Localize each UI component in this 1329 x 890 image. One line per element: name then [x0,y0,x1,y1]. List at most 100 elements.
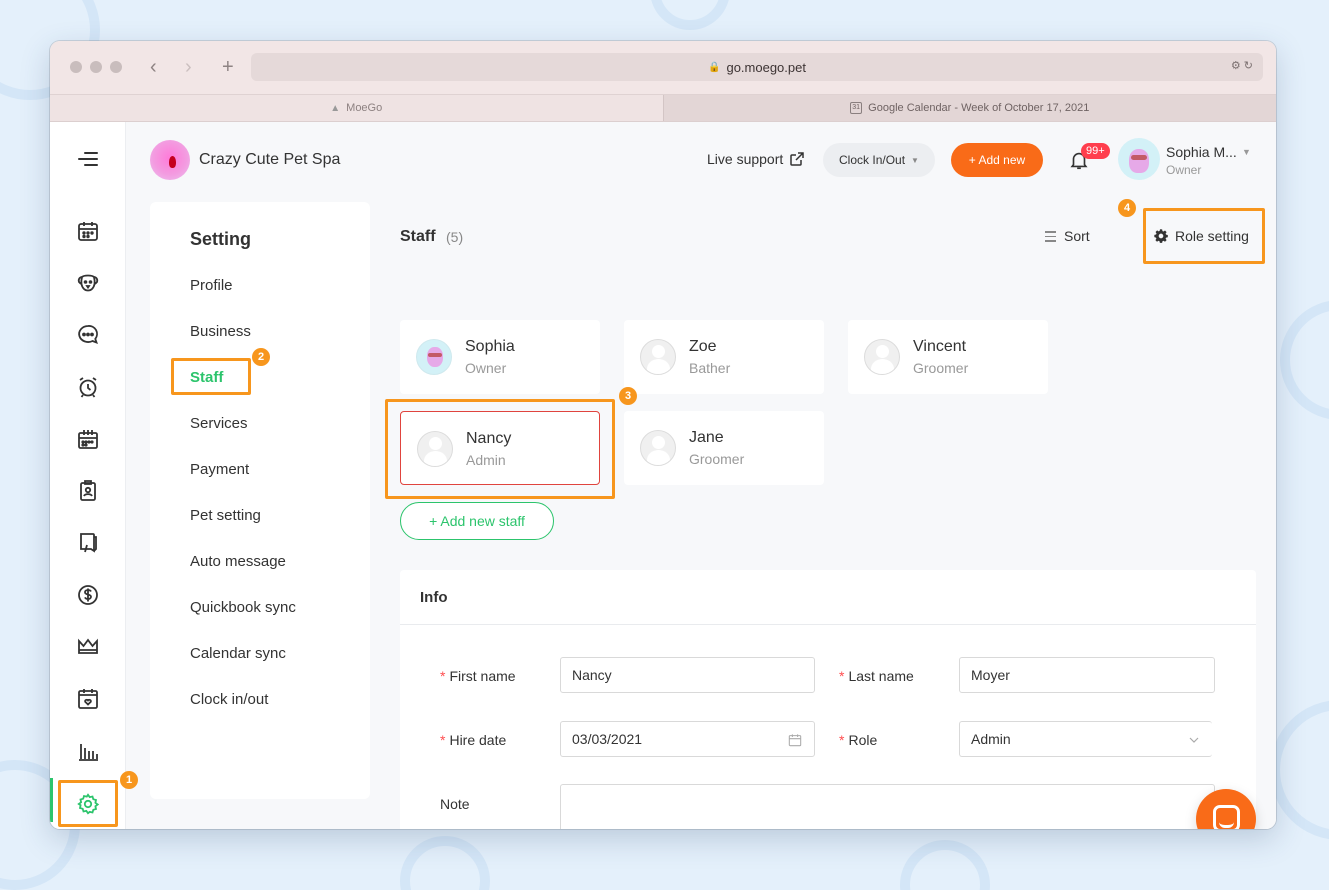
role-select[interactable]: Admin [959,721,1212,757]
alarm-clock-icon[interactable] [76,375,100,399]
tab-strip: ▲ MoeGo 31 Google Calendar - Week of Oct… [50,94,1276,122]
menu-item-profile[interactable]: Profile [190,277,233,294]
badge-icon[interactable] [76,479,100,503]
staff-role: Groomer [689,451,745,467]
gear-icon [1154,229,1168,243]
staff-name: Vincent [913,338,967,355]
minimize-window-button[interactable] [90,61,102,73]
book-icon[interactable] [76,531,100,555]
tab-label: MoeGo [346,102,383,114]
zoom-window-button[interactable] [110,61,122,73]
sort-icon [1045,228,1056,245]
external-link-icon [790,152,805,166]
tab-google-calendar[interactable]: 31 Google Calendar - Week of October 17,… [662,95,1276,121]
calendar-favicon-icon: 31 [850,102,863,114]
menu-item-business[interactable]: Business [190,323,251,340]
close-window-button[interactable] [70,61,82,73]
menu-item-calendar-sync[interactable]: Calendar sync [190,645,286,662]
staff-role: Bather [689,360,731,376]
clock-in-out-button[interactable]: Clock In/Out ▼ [823,143,935,177]
chevron-down-icon [1188,722,1200,756]
last-name-label: * Last name [839,668,914,684]
first-name-input[interactable]: Nancy [560,657,815,693]
user-avatar[interactable] [1118,138,1160,180]
menu-item-clock-in-out[interactable]: Clock in/out [190,691,268,708]
add-new-staff-button[interactable]: + Add new staff [400,502,554,540]
avatar [416,339,452,375]
browser-window: ‹ › + 🔒 go.moego.pet ⚙ ↻ ▲ MoeGo 31 Goog… [50,41,1276,829]
tab-label: Google Calendar - Week of October 17, 20… [868,102,1090,114]
live-support-label: Live support [707,151,784,167]
new-tab-icon[interactable]: + [222,55,234,79]
business-name: Crazy Cute Pet Spa [199,151,341,168]
annotation-badge-2: 2 [252,348,270,366]
role-label: * Role [839,732,878,748]
business-avatar [150,140,190,180]
avatar [864,339,900,375]
last-name-input[interactable]: Moyer [959,657,1215,693]
staff-card-zoe[interactable]: Zoe Bather [624,320,824,394]
chat-icon[interactable] [76,323,100,347]
setting-menu: Setting Profile Business Staff Services … [150,202,370,799]
url-text: go.moego.pet [726,59,806,75]
avatar [640,430,676,466]
back-icon[interactable]: ‹ [150,55,157,79]
sort-label: Sort [1064,228,1090,245]
staff-name: Jane [689,429,724,446]
tab-moego[interactable]: ▲ MoeGo [50,95,663,121]
menu-item-quickbook-sync[interactable]: Quickbook sync [190,599,296,616]
menu-icon[interactable] [78,152,98,166]
menu-item-staff[interactable]: Staff [190,369,223,386]
url-bar[interactable]: 🔒 go.moego.pet ⚙ ↻ [251,53,1263,81]
gear-icon[interactable] [76,792,100,816]
app-area: 1 Crazy Cute Pet Spa Live support Clock … [50,122,1276,829]
staff-role: Admin [466,452,506,468]
calendar-icon[interactable] [76,219,100,243]
staff-card-jane[interactable]: Jane Groomer [624,411,824,485]
active-nav-indicator [50,778,53,822]
note-label: Note [440,796,470,812]
translate-reload-icon[interactable]: ⚙ ↻ [1231,59,1253,72]
menu-item-payment[interactable]: Payment [190,461,249,478]
user-name[interactable]: Sophia M... [1166,144,1237,160]
staff-role: Owner [465,360,507,376]
note-textarea[interactable] [560,784,1215,829]
role-setting-label: Role setting [1175,228,1249,244]
left-navigation: 1 [50,122,138,829]
menu-item-services[interactable]: Services [190,415,248,432]
hire-date-input[interactable]: 03/03/2021 [560,721,815,757]
role-setting-button[interactable]: Role setting [1153,228,1249,244]
schedule-icon[interactable] [76,427,100,451]
browser-toolbar: ‹ › + 🔒 go.moego.pet ⚙ ↻ [50,41,1276,94]
live-support-link[interactable]: Live support [707,151,805,167]
bar-chart-icon[interactable] [76,739,100,763]
info-panel: Info * First name Nancy * Last name Moyer … [400,570,1256,829]
info-title: Info [420,589,448,606]
staff-title: Staff [400,228,436,245]
hire-date-value: 03/03/2021 [572,731,643,747]
staff-card-sophia[interactable]: Sophia Owner [400,320,600,394]
card-icon[interactable] [76,687,100,711]
avatar [640,339,676,375]
first-name-label: * First name [440,668,516,684]
annotation-badge-4: 4 [1118,199,1136,217]
dog-icon[interactable] [76,271,100,295]
staff-card-nancy[interactable]: Nancy Admin [400,411,600,485]
dollar-icon[interactable] [76,583,100,607]
caret-down-icon[interactable]: ▼ [1242,147,1251,157]
hire-date-label: * Hire date [440,732,507,748]
moego-favicon-icon: ▲ [330,102,341,114]
notification-badge: 99+ [1081,143,1110,159]
crown-icon[interactable] [76,635,100,659]
menu-item-pet-setting[interactable]: Pet setting [190,507,261,524]
annotation-badge-1: 1 [120,771,138,789]
staff-card-vincent[interactable]: Vincent Groomer [848,320,1048,394]
menu-item-auto-message[interactable]: Auto message [190,553,286,570]
avatar [417,431,453,467]
sort-button[interactable]: Sort [1045,228,1090,245]
divider [400,624,1256,625]
staff-role: Groomer [913,360,969,376]
forward-icon[interactable]: › [185,55,192,79]
calendar-icon[interactable] [788,722,802,756]
add-new-button[interactable]: + Add new [951,143,1043,177]
